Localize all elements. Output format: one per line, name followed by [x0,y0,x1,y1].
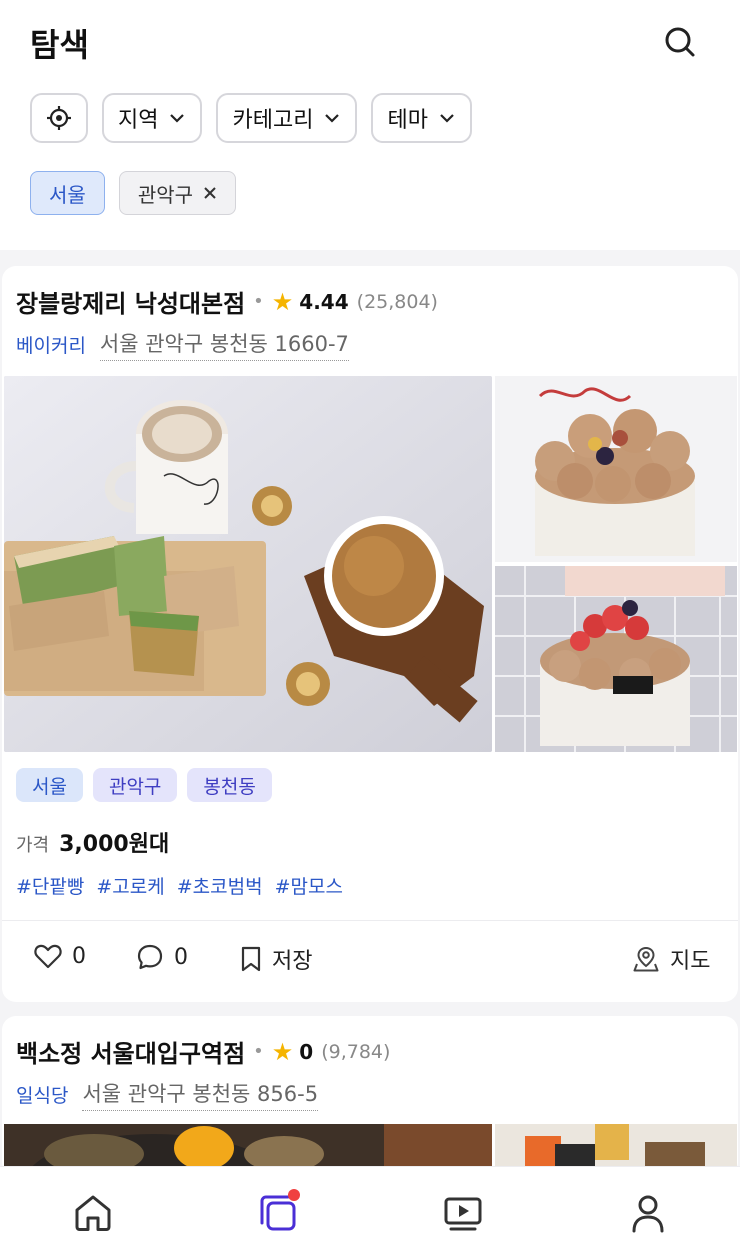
explore-header: 탐색 지역 카테고리 테마 서울 관악구 [0,0,740,250]
region-tags: 서울 관악구 봉천동 [16,768,272,802]
price-value: 3,000원대 [59,832,170,857]
nav-video[interactable] [441,1191,485,1235]
hashtag-list: #단팥빵 #고로케 #초코범벅 #맘모스 [16,872,343,899]
place-title-row: 백소정 서울대입구역점 • ★ 0 (9,784) [16,1034,390,1069]
hashtag[interactable]: #단팥빵 [16,872,84,899]
map-button[interactable]: 지도 [632,943,710,975]
card-actions: 0 0 저장 지도 [2,921,738,1002]
photo-gallery[interactable] [2,376,738,754]
place-rating: 4.44 [299,289,349,314]
map-pin-icon [633,946,659,972]
comment-count: 0 [174,944,188,970]
selected-filters: 서울 관악구 [30,171,237,215]
place-name[interactable]: 장블랑제리 낙성대본점 [16,284,245,319]
notification-badge [288,1189,300,1201]
nav-feed[interactable] [256,1189,300,1235]
place-card[interactable]: 장블랑제리 낙성대본점 • ★ 4.44 (25,804) 베이커리 서울 관악… [2,266,738,1002]
selected-city-tag[interactable]: 서울 [30,171,105,215]
comment-icon [137,944,163,970]
location-target-icon [47,106,71,130]
chevron-down-icon [170,114,185,123]
save-button[interactable]: 저장 [240,943,312,975]
bottom-navigation [0,1166,740,1250]
home-icon [75,1195,111,1231]
separator-dot: • [253,1041,264,1062]
hashtag[interactable]: #초코범벅 [177,872,263,899]
place-title-row: 장블랑제리 낙성대본점 • ★ 4.44 (25,804) [16,284,438,319]
place-category: 일식당 [16,1085,69,1107]
selected-district-label: 관악구 [137,182,194,207]
chevron-down-icon [325,114,340,123]
place-rating: 0 [299,1039,314,1064]
my-location-button[interactable] [30,93,88,143]
place-meta-row: 일식당 서울 관악구 봉천동 856-5 [16,1078,319,1111]
save-label: 저장 [272,949,313,974]
region-tag-neighborhood[interactable]: 봉천동 [187,768,272,802]
place-category: 베이커리 [16,335,86,357]
place-address[interactable]: 서울 관악구 봉천동 856-5 [82,1078,319,1111]
star-icon: ★ [271,1037,294,1066]
region-tag-district[interactable]: 관악구 [92,768,178,802]
place-name[interactable]: 백소정 서울대입구역점 [16,1034,245,1069]
nav-home[interactable] [71,1191,115,1235]
place-address[interactable]: 서울 관악구 봉천동 1660-7 [99,328,349,361]
video-icon [444,1197,482,1231]
region-filter[interactable]: 지역 [102,93,203,143]
photo-main[interactable] [4,376,492,752]
star-icon: ★ [271,287,294,316]
place-meta-row: 베이커리 서울 관악구 봉천동 1660-7 [16,328,349,361]
comment-button[interactable]: 0 [136,943,188,971]
selected-city-label: 서울 [49,182,86,207]
price-row: 가격 3,000원대 [16,826,169,858]
map-label: 지도 [670,949,711,974]
bread-and-coffee-photo [4,376,492,752]
photo-cake-1[interactable] [495,376,737,562]
category-filter-label: 카테고리 [232,108,314,133]
category-filter[interactable]: 카테고리 [216,93,358,143]
price-label: 가격 [16,835,50,856]
place-card[interactable]: 백소정 서울대입구역점 • ★ 0 (9,784) 일식당 서울 관악구 봉천동… [2,1016,738,1176]
hashtag[interactable]: #고로케 [96,872,164,899]
photo-cake-2[interactable] [495,566,737,752]
profile-icon [632,1195,664,1233]
search-button[interactable] [660,22,700,62]
like-button[interactable]: 0 [34,943,86,969]
hashtag[interactable]: #맘모스 [275,872,343,899]
close-icon[interactable] [203,186,217,200]
strawberry-cake-photo [495,566,737,752]
nav-profile[interactable] [626,1191,670,1235]
review-count: (25,804) [356,290,438,313]
separator-dot: • [253,291,264,312]
chocolate-cake-photo [495,376,737,562]
region-tag-city[interactable]: 서울 [16,768,83,802]
page-title: 탐색 [30,26,89,64]
theme-filter[interactable]: 테마 [371,93,472,143]
review-count: (9,784) [321,1040,391,1063]
filter-row: 지역 카테고리 테마 [30,93,472,143]
bookmark-icon [241,946,261,972]
chevron-down-icon [440,114,454,123]
region-filter-label: 지역 [118,108,159,133]
search-icon [665,27,695,57]
theme-filter-label: 테마 [387,108,428,133]
like-count: 0 [72,943,86,969]
selected-district-tag[interactable]: 관악구 [118,171,237,215]
heart-icon [34,944,62,969]
